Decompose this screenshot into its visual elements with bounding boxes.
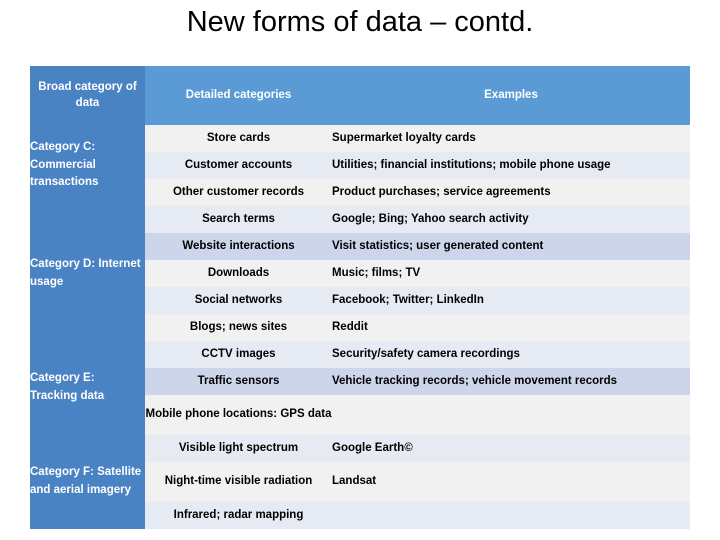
broad-category-cell: Category E: Tracking data [30,341,145,435]
table-header: Broad category of data Detailed categori… [30,66,690,125]
detailed-category-cell: Traffic sensors [145,368,332,395]
detailed-category-cell: Visible light spectrum [145,435,332,462]
example-cell [332,395,690,435]
detailed-category-cell: Website interactions [145,233,332,260]
example-cell: Security/safety camera recordings [332,341,690,368]
column-header-broad-category: Broad category of data [30,66,145,125]
detailed-category-cell: Social networks [145,287,332,314]
example-cell: Supermarket loyalty cards [332,125,690,152]
broad-category-cell: Category F: Satellite and aerial imagery [30,435,145,529]
example-cell: Google Earth© [332,435,690,462]
table-row: Category E: Tracking data CCTV images Secu… [30,341,690,435]
broad-category-cell: Category D: Internet usage [30,206,145,341]
example-cell: Landsat [332,462,690,502]
example-cell: Utilities; financial institutions; mobil… [332,152,690,179]
example-cell [332,502,690,529]
example-cell: Product purchases; service agreements [332,179,690,206]
page-title: New forms of data – contd. [186,6,534,38]
column-header-examples: Examples [332,66,690,125]
column-header-detailed-categories: Detailed categories [145,66,332,125]
detailed-category-cell: CCTV images [145,341,332,368]
example-cell: Reddit [332,314,690,341]
detailed-category-cell: Downloads [145,260,332,287]
detailed-category-cell: Search terms [145,206,332,233]
table-header-row: Broad category of data Detailed categori… [30,66,690,125]
new-forms-of-data-table: Broad category of data Detailed categori… [30,66,690,529]
example-cell: Visit statistics; user generated content [332,233,690,260]
detailed-category-cell: Store cards [145,125,332,152]
example-cell: Music; films; TV [332,260,690,287]
detailed-category-cell: Mobile phone locations: GPS data [145,395,332,435]
table-row: Category D: Internet usage Search terms Go… [30,206,690,341]
example-cell: Google; Bing; Yahoo search activity [332,206,690,233]
broad-category-cell: Category C: Commercial transactions [30,125,145,206]
detailed-category-cell: Blogs; news sites [145,314,332,341]
table-row: Category C: Commercial transactions Store… [30,125,690,206]
detailed-category-cell: Other customer records [145,179,332,206]
table-body: Category C: Commercial transactions Store… [30,125,690,529]
table-row: Category F: Satellite and aerial imagery… [30,435,690,529]
example-cell: Vehicle tracking records; vehicle moveme… [332,368,690,395]
slide-canvas: New forms of data – contd. Broad categor… [0,0,720,540]
detailed-category-cell: Night-time visible radiation [145,462,332,502]
detailed-category-cell: Customer accounts [145,152,332,179]
detailed-category-cell: Infrared; radar mapping [145,502,332,529]
example-cell: Facebook; Twitter; LinkedIn [332,287,690,314]
